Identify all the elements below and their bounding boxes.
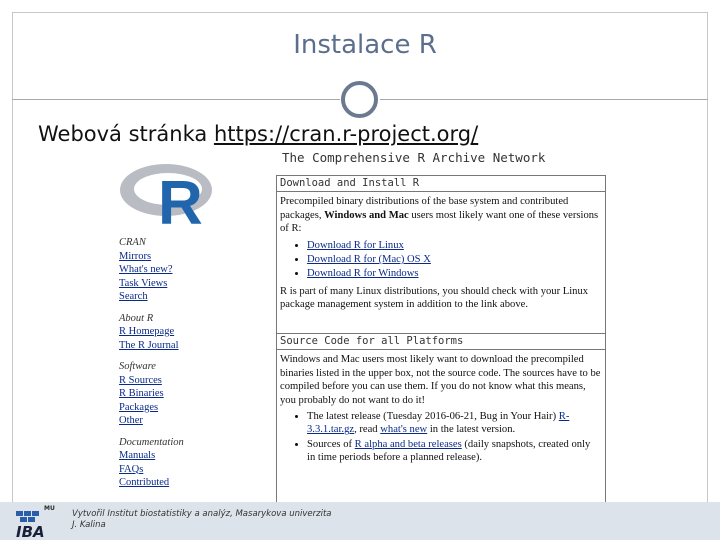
- cran-url-link[interactable]: https://cran.r-project.org/: [214, 122, 478, 146]
- nav-group-cran: CRAN Mirrors What's new? Task Views Sear…: [119, 236, 199, 304]
- r-logo-letter: R: [158, 169, 203, 228]
- iba-logo-mark: MU: [44, 505, 55, 512]
- nav-head-cran: CRAN: [119, 237, 146, 248]
- cran-website-screenshot: The Comprehensive R Archive Network R CR…: [110, 148, 610, 508]
- source-box: Source Code for all Platforms Windows an…: [276, 333, 606, 508]
- cran-sidebar-nav: CRAN Mirrors What's new? Task Views Sear…: [119, 236, 199, 498]
- title-divider-right: [380, 99, 708, 100]
- nav-link-packages[interactable]: Packages: [119, 401, 199, 415]
- latest-release-middle: , read: [354, 424, 381, 436]
- download-mac-link[interactable]: Download R for (Mac) OS X: [307, 254, 431, 265]
- source-box-intro: Windows and Mac users most likely want t…: [280, 354, 601, 406]
- download-windows-link[interactable]: Download R for Windows: [307, 268, 419, 279]
- alpha-beta-link[interactable]: R alpha and beta releases: [355, 439, 462, 450]
- subtitle-prefix: Webová stránka: [38, 122, 214, 146]
- nav-link-other[interactable]: Other: [119, 414, 199, 428]
- latest-release-text: The latest release (Tuesday 2016-06-21, …: [307, 411, 559, 423]
- cran-site-heading: The Comprehensive R Archive Network: [282, 150, 546, 165]
- nav-link-manuals[interactable]: Manuals: [119, 449, 199, 463]
- nav-group-software: Software R Sources R Binaries Packages O…: [119, 360, 199, 428]
- footer-credit: Vytvořil Institut biostatistiky a analýz…: [72, 509, 332, 531]
- slide-subtitle: Webová stránka https://cran.r-project.or…: [38, 122, 478, 146]
- list-item: Download R for (Mac) OS X: [307, 253, 601, 266]
- download-box-note: R is part of many Linux distributions, y…: [280, 285, 589, 311]
- list-item: The latest release (Tuesday 2016-06-21, …: [307, 410, 601, 437]
- nav-head-software: Software: [119, 361, 156, 372]
- download-intro-bold: Windows and Mac: [324, 209, 409, 221]
- nav-link-whats-new[interactable]: What's new?: [119, 263, 199, 277]
- whats-new-link[interactable]: what's new: [380, 424, 427, 435]
- source-box-heading: Source Code for all Platforms: [277, 334, 605, 351]
- ring-ornament-icon: [341, 81, 378, 118]
- download-links-list: Download R for Linux Download R for (Mac…: [277, 236, 605, 281]
- slide-title: Instalace R: [293, 30, 437, 60]
- download-box-intro: Precompiled binary distributions of the …: [277, 192, 605, 235]
- nav-link-r-binaries[interactable]: R Binaries: [119, 387, 199, 401]
- iba-logo-icon: MU IBA: [16, 505, 55, 539]
- nav-head-about: About R: [119, 312, 154, 324]
- list-item: Download R for Windows: [307, 267, 601, 280]
- sources-prefix: Sources of: [307, 438, 355, 450]
- download-linux-link[interactable]: Download R for Linux: [307, 240, 404, 251]
- title-divider-left: [12, 99, 340, 100]
- latest-release-suffix: in the latest version.: [427, 424, 516, 436]
- list-item: Sources of R alpha and beta releases (da…: [307, 438, 601, 465]
- source-links-list: The latest release (Tuesday 2016-06-21, …: [277, 407, 605, 465]
- iba-logo-text: IBA: [16, 523, 45, 539]
- nav-group-documentation: Documentation Manuals FAQs Contributed: [119, 436, 199, 490]
- download-box-heading: Download and Install R: [277, 176, 605, 193]
- list-item: Download R for Linux: [307, 239, 601, 252]
- footer-credit-line2: J. Kalina: [72, 520, 106, 530]
- nav-link-faqs[interactable]: FAQs: [119, 463, 199, 477]
- nav-link-r-homepage[interactable]: R Homepage: [119, 325, 199, 339]
- nav-link-mirrors[interactable]: Mirrors: [119, 250, 199, 264]
- nav-link-r-journal[interactable]: The R Journal: [119, 339, 199, 353]
- download-box: Download and Install R Precompiled binar…: [276, 175, 606, 335]
- r-logo-icon: R: [120, 164, 212, 228]
- nav-link-contributed[interactable]: Contributed: [119, 476, 199, 490]
- footer-credit-line1: Vytvořil Institut biostatistiky a analýz…: [72, 509, 332, 519]
- nav-group-about: About R R Homepage The R Journal: [119, 312, 199, 353]
- nav-link-search[interactable]: Search: [119, 290, 199, 304]
- nav-link-task-views[interactable]: Task Views: [119, 277, 199, 291]
- nav-link-r-sources[interactable]: R Sources: [119, 374, 199, 388]
- nav-head-documentation: Documentation: [119, 436, 184, 448]
